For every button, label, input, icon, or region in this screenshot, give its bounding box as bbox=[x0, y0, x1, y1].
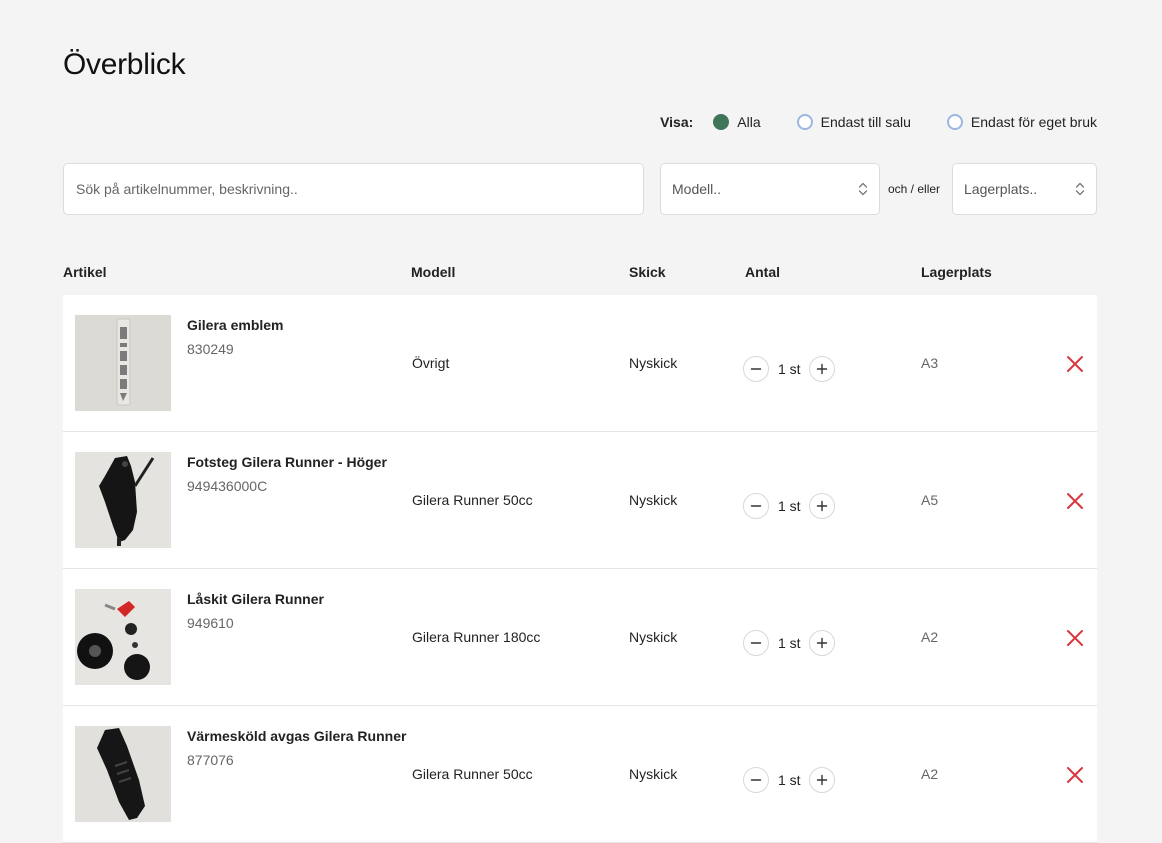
chevron-updown-icon bbox=[858, 182, 868, 196]
column-header-antal: Antal bbox=[745, 264, 780, 280]
article-name: Gilera emblem bbox=[187, 317, 284, 333]
delete-button[interactable] bbox=[1066, 629, 1084, 647]
quantity-value: 1 st bbox=[778, 498, 801, 514]
plus-icon bbox=[816, 774, 827, 786]
model-cell: Övrigt bbox=[412, 355, 450, 371]
and-or-label: och / eller bbox=[888, 182, 941, 196]
close-icon bbox=[1067, 767, 1083, 783]
heat-shield-photo bbox=[75, 726, 171, 822]
delete-button[interactable] bbox=[1066, 492, 1084, 510]
plus-icon bbox=[816, 500, 827, 512]
location-select-value: Lagerplats.. bbox=[964, 181, 1038, 197]
decrement-button[interactable] bbox=[743, 356, 769, 382]
model-cell: Gilera Runner 50cc bbox=[412, 766, 533, 782]
overview-page: Överblick Visa: Alla Endast till salu En… bbox=[0, 0, 1162, 843]
location-cell: A2 bbox=[921, 766, 939, 782]
increment-button[interactable] bbox=[808, 356, 835, 382]
increment-button[interactable] bbox=[808, 493, 835, 519]
column-header-artikel: Artikel bbox=[63, 264, 107, 280]
delete-button[interactable] bbox=[1066, 355, 1084, 373]
article-number: 949610 bbox=[187, 615, 234, 631]
model-cell: Gilera Runner 180cc bbox=[412, 629, 541, 645]
quantity-stepper: 1 st bbox=[743, 493, 835, 519]
minus-icon bbox=[750, 505, 762, 507]
minus-icon bbox=[750, 779, 762, 781]
condition-cell: Nyskick bbox=[629, 492, 678, 508]
condition-cell: Nyskick bbox=[629, 766, 678, 782]
increment-button[interactable] bbox=[808, 630, 835, 656]
decrement-button[interactable] bbox=[743, 630, 769, 656]
emblem-photo bbox=[75, 315, 171, 411]
radio-endast-for-eget-bruk[interactable]: Endast för eget bruk bbox=[946, 114, 1097, 130]
column-header-skick: Skick bbox=[629, 264, 666, 280]
inventory-table: Gilera emblem 830249 Övrigt Nyskick 1 st… bbox=[63, 295, 1097, 843]
chevron-updown-icon bbox=[1075, 182, 1085, 196]
column-header-modell: Modell bbox=[411, 264, 456, 280]
model-select[interactable]: Modell.. bbox=[660, 163, 880, 215]
model-cell: Gilera Runner 50cc bbox=[412, 492, 533, 508]
article-name: Fotsteg Gilera Runner - Höger bbox=[187, 454, 387, 470]
plus-icon bbox=[816, 363, 827, 375]
location-cell: A2 bbox=[921, 629, 939, 645]
lock-kit-photo bbox=[75, 589, 171, 685]
delete-button[interactable] bbox=[1066, 766, 1084, 784]
radio-alla[interactable]: Alla bbox=[713, 114, 780, 130]
table-row[interactable]: Gilera emblem 830249 Övrigt Nyskick 1 st… bbox=[63, 295, 1097, 432]
column-header-lagerplats: Lagerplats bbox=[921, 264, 992, 280]
radio-label: Alla bbox=[737, 114, 761, 130]
quantity-value: 1 st bbox=[778, 772, 801, 788]
visibility-filter: Visa: Alla Endast till salu Endast för e… bbox=[660, 114, 1097, 130]
close-icon bbox=[1067, 493, 1083, 509]
quantity-stepper: 1 st bbox=[743, 356, 835, 382]
condition-cell: Nyskick bbox=[629, 629, 678, 645]
condition-cell: Nyskick bbox=[629, 355, 678, 371]
article-name: Värmesköld avgas Gilera Runner bbox=[187, 728, 407, 744]
minus-icon bbox=[750, 642, 762, 644]
table-row[interactable]: Låskit Gilera Runner 949610 Gilera Runne… bbox=[63, 569, 1097, 706]
radio-endast-till-salu[interactable]: Endast till salu bbox=[796, 114, 931, 130]
location-cell: A3 bbox=[921, 355, 939, 371]
radio-checked-icon bbox=[713, 114, 730, 130]
decrement-button[interactable] bbox=[743, 493, 769, 519]
location-select[interactable]: Lagerplats.. bbox=[952, 163, 1097, 215]
radio-unchecked-icon bbox=[946, 114, 963, 130]
table-row[interactable]: Fotsteg Gilera Runner - Höger 949436000C… bbox=[63, 432, 1097, 569]
plus-icon bbox=[816, 637, 827, 649]
article-name: Låskit Gilera Runner bbox=[187, 591, 324, 607]
radio-unchecked-icon bbox=[796, 114, 813, 130]
model-select-value: Modell.. bbox=[672, 181, 722, 197]
article-number: 877076 bbox=[187, 752, 234, 768]
decrement-button[interactable] bbox=[743, 767, 769, 793]
article-number: 949436000C bbox=[187, 478, 268, 494]
search-input[interactable] bbox=[63, 163, 644, 215]
increment-button[interactable] bbox=[808, 767, 835, 793]
quantity-stepper: 1 st bbox=[743, 767, 835, 793]
quantity-stepper: 1 st bbox=[743, 630, 835, 656]
quantity-value: 1 st bbox=[778, 361, 801, 377]
filter-label: Visa: bbox=[660, 114, 694, 130]
location-cell: A5 bbox=[921, 492, 939, 508]
table-row[interactable]: Värmesköld avgas Gilera Runner 877076 Gi… bbox=[63, 706, 1097, 843]
close-icon bbox=[1067, 630, 1083, 646]
page-title: Överblick bbox=[63, 48, 186, 81]
minus-icon bbox=[750, 368, 762, 370]
radio-label: Endast för eget bruk bbox=[970, 114, 1097, 130]
radio-label: Endast till salu bbox=[820, 114, 911, 130]
footrest-photo bbox=[75, 452, 171, 548]
article-number: 830249 bbox=[187, 341, 234, 357]
close-icon bbox=[1067, 356, 1083, 372]
quantity-value: 1 st bbox=[778, 635, 801, 651]
